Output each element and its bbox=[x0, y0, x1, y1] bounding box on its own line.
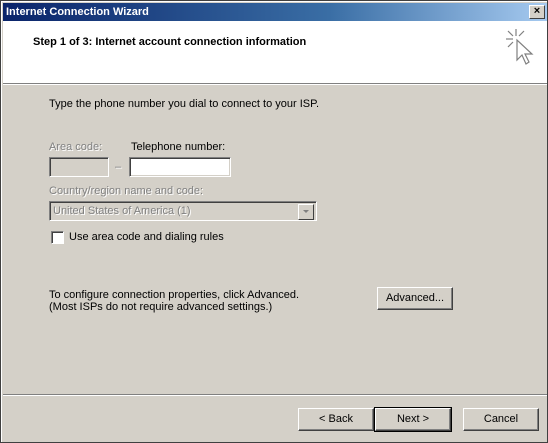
use-area-code-label[interactable]: Use area code and dialing rules bbox=[69, 231, 224, 243]
wizard-header: Step 1 of 3: Internet account connection… bbox=[3, 21, 547, 83]
advanced-hint-line2: (Most ISPs do not require advanced setti… bbox=[49, 301, 273, 313]
next-button[interactable]: Next > bbox=[374, 407, 452, 432]
advanced-hint-line1: To configure connection properties, clic… bbox=[49, 289, 300, 301]
telephone-field[interactable] bbox=[129, 157, 231, 177]
instructions-text: Type the phone number you dial to connec… bbox=[49, 98, 320, 110]
wizard-window: Internet Connection Wizard × Step 1 of 3… bbox=[0, 0, 548, 443]
title-bar[interactable]: Internet Connection Wizard × bbox=[3, 3, 547, 21]
country-select[interactable]: United States of America (1) bbox=[49, 201, 317, 221]
header-separator bbox=[3, 83, 547, 85]
chevron-down-icon bbox=[303, 210, 309, 213]
telephone-label: Telephone number: bbox=[131, 141, 226, 153]
footer-separator bbox=[3, 394, 547, 396]
step-title: Step 1 of 3: Internet account connection… bbox=[33, 36, 307, 48]
advanced-button[interactable]: Advanced... bbox=[377, 287, 453, 310]
close-button[interactable]: × bbox=[529, 5, 545, 19]
close-icon: × bbox=[533, 5, 541, 17]
area-code-dash: – bbox=[115, 161, 122, 173]
country-label: Country/region name and code: bbox=[49, 185, 204, 197]
country-dropdown-button[interactable] bbox=[298, 204, 314, 220]
window-title: Internet Connection Wizard bbox=[6, 6, 149, 18]
cancel-button[interactable]: Cancel bbox=[463, 408, 539, 431]
area-code-label: Area code: bbox=[49, 141, 103, 153]
wizard-cursor-icon bbox=[506, 29, 534, 65]
country-value: United States of America (1) bbox=[53, 205, 191, 217]
area-code-field bbox=[49, 157, 109, 177]
use-area-code-checkbox[interactable] bbox=[51, 231, 64, 244]
back-button[interactable]: < Back bbox=[298, 408, 374, 431]
